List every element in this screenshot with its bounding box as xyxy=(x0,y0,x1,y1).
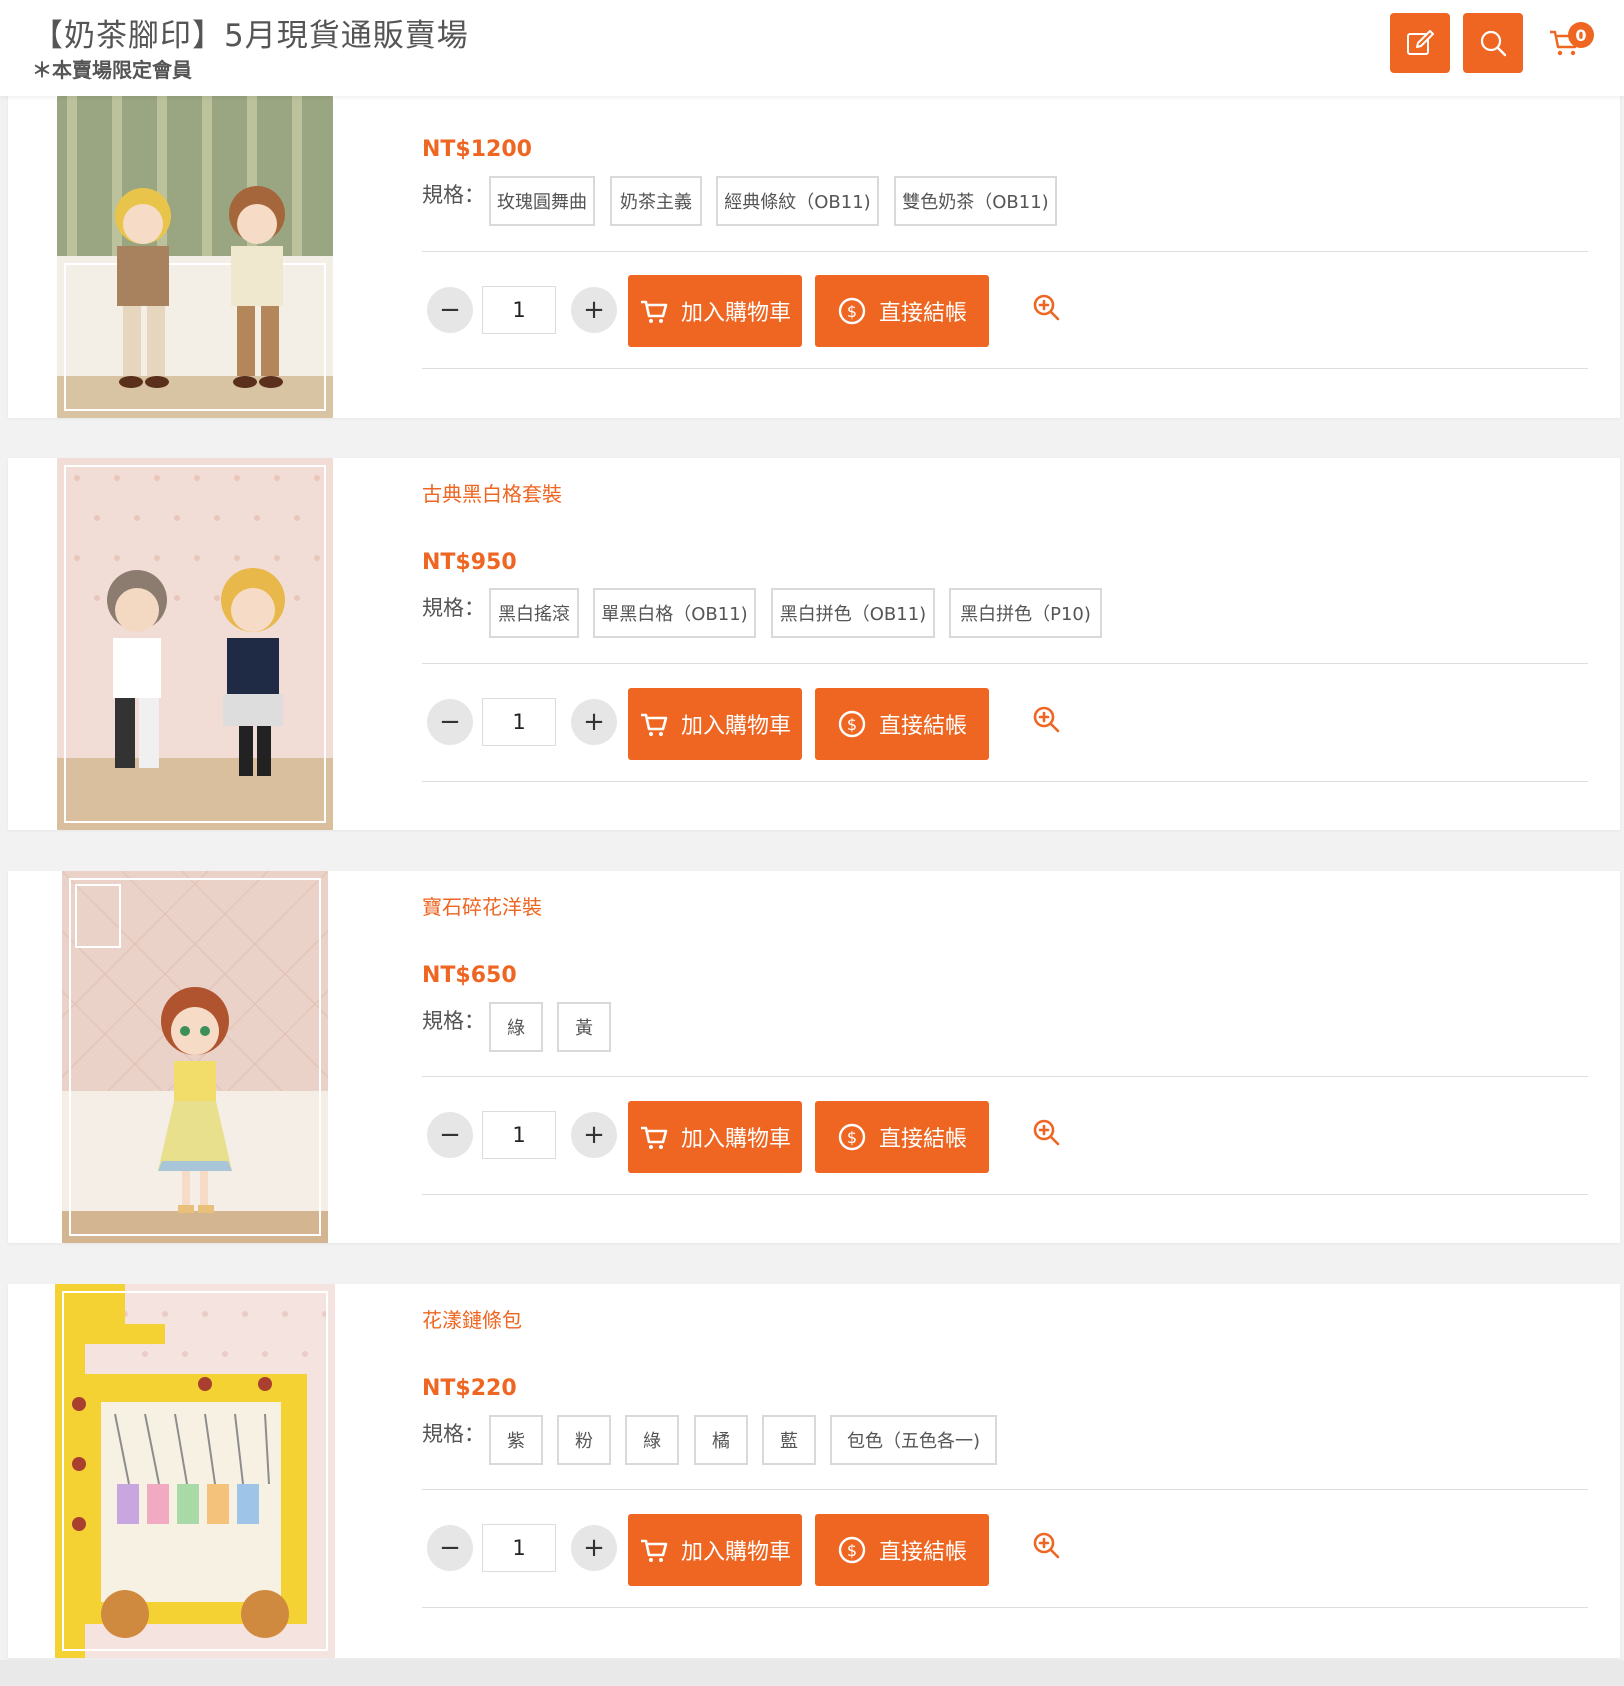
add-to-cart-label: 加入購物車 xyxy=(680,1127,791,1152)
add-to-cart-button[interactable]: 加入購物車 xyxy=(628,1101,802,1173)
checkout-label: 直接結帳 xyxy=(878,301,967,326)
zoom-in-icon[interactable] xyxy=(1031,1530,1061,1560)
quantity-increase-button[interactable]: + xyxy=(571,1525,617,1571)
page-title: 【奶茶腳印】5月現貨通販賣場 xyxy=(32,18,469,54)
quantity-input[interactable] xyxy=(482,286,556,334)
quantity-decrease-button[interactable]: − xyxy=(427,1525,473,1571)
product-card: NT$1200 規格： 玫瑰圓舞曲 奶茶主義 經典條紋（OB11) 雙色奶茶（O… xyxy=(8,60,1620,418)
dollar-coin-icon: $ xyxy=(838,1536,866,1564)
quantity-input[interactable] xyxy=(482,1111,556,1159)
product-card: 古典黑白格套裝 NT$950 規格： 黑白搖滾 單黑白格（OB11) 黑白拼色（… xyxy=(8,458,1620,830)
divider xyxy=(422,251,1588,252)
product-card: 花漾鏈條包 NT$220 規格： 紫 粉 綠 橘 藍 包色（五色各一) − + … xyxy=(8,1284,1620,1658)
cart-icon xyxy=(640,713,668,736)
product-photo[interactable] xyxy=(57,458,333,830)
spec-label: 規格： xyxy=(422,1422,485,1446)
spec-option[interactable]: 黃 xyxy=(557,1002,611,1052)
quantity-input[interactable] xyxy=(482,698,556,746)
checkout-button[interactable]: $ 直接結帳 xyxy=(815,1514,989,1586)
spec-option[interactable]: 黑白搖滾 xyxy=(489,588,579,638)
product-price: NT$650 xyxy=(422,963,517,988)
product-name[interactable]: 古典黑白格套裝 xyxy=(422,478,562,507)
spec-label: 規格： xyxy=(422,1009,485,1033)
spec-option[interactable]: 黑白拼色（P10) xyxy=(949,588,1102,638)
spec-option[interactable]: 雙色奶茶（OB11) xyxy=(894,176,1057,226)
search-icon xyxy=(1480,30,1507,57)
divider xyxy=(422,1194,1588,1195)
edit-button[interactable] xyxy=(1390,13,1450,73)
product-price: NT$220 xyxy=(422,1376,517,1401)
product-photo[interactable] xyxy=(55,1284,335,1658)
quantity-input[interactable] xyxy=(482,1524,556,1572)
spec-option[interactable]: 單黑白格（OB11) xyxy=(593,588,756,638)
spec-option[interactable]: 經典條紋（OB11) xyxy=(716,176,879,226)
divider xyxy=(422,663,1588,664)
svg-text:$: $ xyxy=(847,1128,857,1147)
quantity-increase-button[interactable]: + xyxy=(571,699,617,745)
product-card: 寶石碎花洋裝 NT$650 規格： 綠 黃 − + 加入購物車 $ 直接結帳 xyxy=(8,871,1620,1243)
cart-icon xyxy=(640,1539,668,1562)
checkout-label: 直接結帳 xyxy=(878,1127,967,1152)
spec-option[interactable]: 橘 xyxy=(694,1415,748,1465)
cart-icon xyxy=(640,1126,668,1149)
quantity-decrease-button[interactable]: − xyxy=(427,1112,473,1158)
zoom-in-icon[interactable] xyxy=(1031,292,1061,322)
checkout-button[interactable]: $ 直接結帳 xyxy=(815,1101,989,1173)
add-to-cart-label: 加入購物車 xyxy=(680,301,791,326)
product-price: NT$1200 xyxy=(422,137,532,162)
product-price: NT$950 xyxy=(422,550,517,575)
spec-option[interactable]: 玫瑰圓舞曲 xyxy=(489,176,595,226)
search-button[interactable] xyxy=(1463,13,1523,73)
page-bottom-edge xyxy=(0,1660,1624,1686)
product-photo[interactable] xyxy=(57,96,333,418)
quantity-increase-button[interactable]: + xyxy=(571,1112,617,1158)
header-cart[interactable]: 0 xyxy=(1544,18,1594,62)
spec-option[interactable]: 藍 xyxy=(762,1415,816,1465)
add-to-cart-button[interactable]: 加入購物車 xyxy=(628,1514,802,1586)
checkout-button[interactable]: $ 直接結帳 xyxy=(815,688,989,760)
checkout-label: 直接結帳 xyxy=(878,1540,967,1565)
spec-label: 規格： xyxy=(422,596,485,620)
divider xyxy=(422,368,1588,369)
product-photo[interactable] xyxy=(62,871,328,1243)
cart-count-badge: 0 xyxy=(1568,22,1594,48)
cart-icon xyxy=(640,300,668,323)
zoom-in-icon[interactable] xyxy=(1031,704,1061,734)
add-to-cart-label: 加入購物車 xyxy=(680,714,791,739)
svg-text:$: $ xyxy=(847,302,857,321)
dollar-coin-icon: $ xyxy=(838,1123,866,1151)
product-name[interactable]: 花漾鏈條包 xyxy=(422,1304,522,1333)
spec-option[interactable]: 紫 xyxy=(489,1415,543,1465)
spec-option[interactable]: 綠 xyxy=(625,1415,679,1465)
svg-text:$: $ xyxy=(847,715,857,734)
spec-option[interactable]: 綠 xyxy=(489,1002,543,1052)
quantity-decrease-button[interactable]: − xyxy=(427,699,473,745)
dollar-coin-icon: $ xyxy=(838,297,866,325)
page-subtitle: ＊本賣場限定會員 xyxy=(32,58,192,82)
spec-option[interactable]: 粉 xyxy=(557,1415,611,1465)
edit-icon xyxy=(1407,30,1434,55)
zoom-in-icon[interactable] xyxy=(1031,1117,1061,1147)
spec-option[interactable]: 奶茶主義 xyxy=(610,176,702,226)
quantity-decrease-button[interactable]: − xyxy=(427,287,473,333)
divider xyxy=(422,1489,1588,1490)
svg-text:$: $ xyxy=(847,1541,857,1560)
add-to-cart-button[interactable]: 加入購物車 xyxy=(628,275,802,347)
quantity-increase-button[interactable]: + xyxy=(571,287,617,333)
product-name[interactable]: 寶石碎花洋裝 xyxy=(422,891,542,920)
top-bar: 【奶茶腳印】5月現貨通販賣場 ＊本賣場限定會員 0 xyxy=(0,0,1624,96)
spec-label: 規格： xyxy=(422,183,485,207)
dollar-coin-icon: $ xyxy=(838,710,866,738)
divider xyxy=(422,1076,1588,1077)
divider xyxy=(422,1607,1588,1608)
checkout-label: 直接結帳 xyxy=(878,714,967,739)
spec-option[interactable]: 黑白拼色（OB11) xyxy=(771,588,935,638)
add-to-cart-button[interactable]: 加入購物車 xyxy=(628,688,802,760)
spec-option[interactable]: 包色（五色各一) xyxy=(830,1415,997,1465)
checkout-button[interactable]: $ 直接結帳 xyxy=(815,275,989,347)
add-to-cart-label: 加入購物車 xyxy=(680,1540,791,1565)
divider xyxy=(422,781,1588,782)
